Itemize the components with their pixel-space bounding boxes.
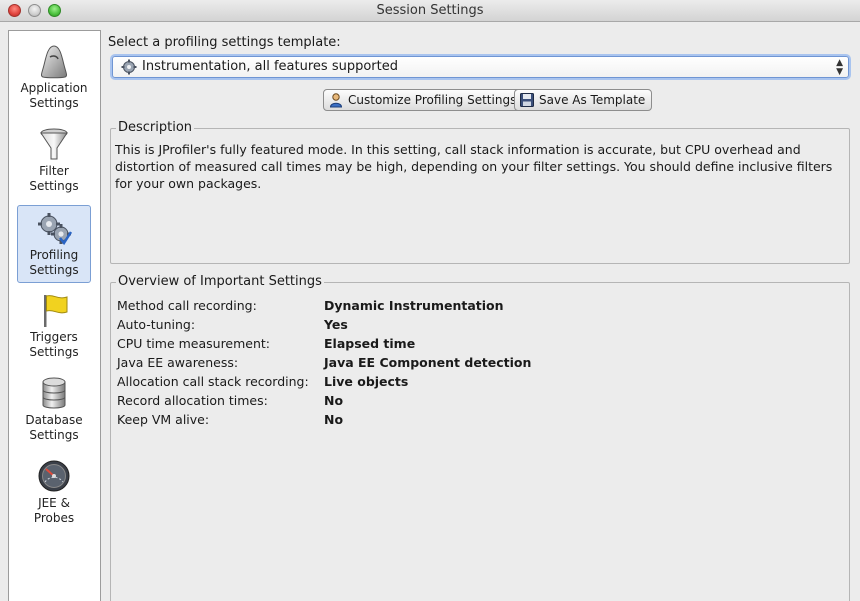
- template-select[interactable]: Instrumentation, all features supported …: [112, 56, 849, 78]
- description-panel: Description This is JProfiler's fully fe…: [110, 120, 850, 264]
- overview-panel: Overview of Important Settings Method ca…: [110, 274, 850, 601]
- setting-name: Auto-tuning:: [117, 317, 196, 332]
- database-icon: [42, 377, 66, 409]
- sidebar-item-label: Settings: [29, 428, 79, 442]
- setting-value: Live objects: [324, 374, 409, 389]
- sidebar-item-application-settings[interactable]: Application Settings: [17, 39, 91, 117]
- sidebar-item-label: Filter: [39, 164, 69, 178]
- setting-name: Record allocation times:: [117, 393, 268, 408]
- sidebar-item-jee-probes[interactable]: JEE & Probes: [17, 454, 91, 532]
- window-title: Session Settings: [376, 3, 484, 18]
- sidebar-item-label: Probes: [33, 511, 75, 525]
- setting-name: Allocation call stack recording:: [117, 374, 309, 389]
- gears-icon: [38, 213, 72, 246]
- sidebar-item-label: Settings: [29, 263, 79, 277]
- gauge-icon: [38, 460, 70, 492]
- save-template-button-label: Save As Template: [539, 93, 646, 107]
- settings-sidebar: Application Settings Filter Settings Pro…: [8, 30, 101, 601]
- setting-name: CPU time measurement:: [117, 336, 271, 351]
- floppy-disk-icon: [520, 93, 534, 107]
- user-settings-icon: [329, 93, 343, 108]
- customize-profiling-settings-button[interactable]: Customize Profiling Settings: [323, 89, 524, 111]
- filter-icon: [40, 128, 68, 160]
- sidebar-item-label: Settings: [29, 96, 79, 110]
- select-arrows-icon: ▲ ▼: [836, 58, 843, 77]
- description-title: Description: [116, 120, 195, 135]
- sidebar-item-profiling-settings[interactable]: Profiling Settings: [17, 205, 91, 283]
- title-bar: Session Settings: [0, 0, 860, 22]
- gear-icon: [121, 59, 137, 75]
- sidebar-item-label: Application: [20, 81, 88, 95]
- setting-value: Java EE Component detection: [324, 355, 532, 370]
- sidebar-item-triggers-settings[interactable]: Triggers Settings: [17, 288, 91, 366]
- setting-name: Method call recording:: [117, 298, 257, 313]
- template-select-value: Instrumentation, all features supported: [142, 59, 398, 74]
- setting-value: No: [324, 412, 344, 427]
- sidebar-item-database-settings[interactable]: Database Settings: [17, 371, 91, 449]
- sidebar-item-label: Profiling: [29, 248, 79, 262]
- sidebar-item-label: Settings: [29, 345, 79, 359]
- customize-button-label: Customize Profiling Settings: [348, 93, 517, 107]
- application-icon: [40, 45, 68, 79]
- setting-value: No: [324, 393, 344, 408]
- sidebar-item-label: Database: [25, 413, 83, 427]
- template-select-label: Select a profiling settings template:: [108, 35, 341, 50]
- sidebar-item-label: JEE &: [38, 496, 70, 510]
- sidebar-item-label: Settings: [29, 179, 79, 193]
- setting-value: Elapsed time: [324, 336, 416, 351]
- overview-title: Overview of Important Settings: [116, 274, 324, 289]
- setting-name: Keep VM alive:: [117, 412, 210, 427]
- save-as-template-button[interactable]: Save As Template: [514, 89, 653, 111]
- sidebar-item-label: Triggers: [30, 330, 78, 344]
- setting-value: Dynamic Instrumentation: [324, 298, 504, 313]
- sidebar-item-filter-settings[interactable]: Filter Settings: [17, 122, 91, 200]
- flag-icon: [44, 295, 68, 327]
- setting-name: Java EE awareness:: [117, 355, 239, 370]
- description-text: This is JProfiler's fully featured mode.…: [115, 142, 833, 191]
- setting-value: Yes: [324, 317, 348, 332]
